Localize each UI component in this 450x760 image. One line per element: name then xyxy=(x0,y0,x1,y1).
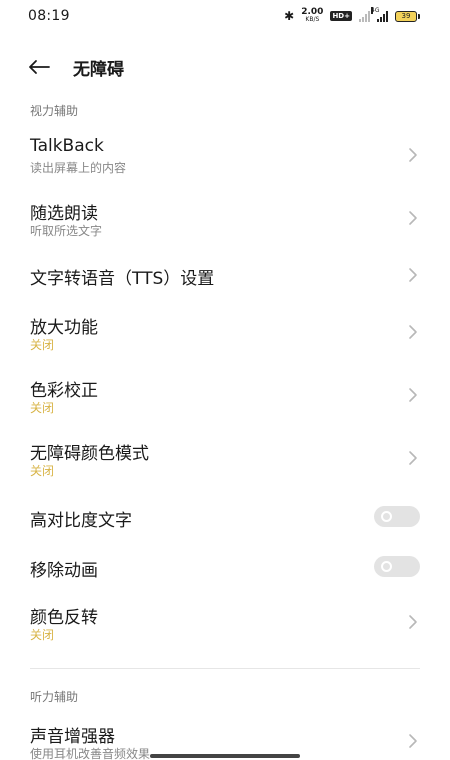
remove-animations-toggle[interactable] xyxy=(374,556,420,577)
setting-status: 关闭 xyxy=(30,628,55,642)
setting-title: 无障碍颜色模式 xyxy=(30,444,149,464)
status-bar: 08:19 ✱ 2.00 KB/S HD+ 4G 39 xyxy=(0,0,450,32)
setting-item-color-inversion[interactable]: 颜色反转 关闭 xyxy=(0,597,450,649)
setting-status: 关闭 xyxy=(30,338,55,352)
setting-title: 随选朗读 xyxy=(30,204,98,224)
battery-level: 39 xyxy=(395,10,417,22)
setting-item-color-mode[interactable]: 无障碍颜色模式 关闭 xyxy=(0,433,450,485)
section-divider xyxy=(30,668,420,669)
back-button[interactable] xyxy=(26,54,52,80)
chevron-right-icon xyxy=(409,148,417,162)
home-indicator[interactable] xyxy=(150,754,300,758)
setting-item-select-to-speak[interactable]: 随选朗读 听取所选文字 xyxy=(0,193,450,245)
sim2-signal-icon: 4G xyxy=(371,6,388,22)
setting-title: 色彩校正 xyxy=(30,381,98,401)
chevron-right-icon xyxy=(409,268,417,282)
chevron-right-icon xyxy=(409,388,417,402)
setting-subtitle: 使用耳机改善音频效果 xyxy=(30,747,151,760)
setting-item-remove-animations[interactable]: 移除动画 xyxy=(0,548,450,588)
setting-title: TalkBack xyxy=(30,136,104,156)
setting-title: 移除动画 xyxy=(30,561,98,581)
setting-title: 文字转语音（TTS）设置 xyxy=(30,269,215,289)
section-title-hearing: 听力辅助 xyxy=(30,690,79,704)
network-speed-value: 2.00 xyxy=(301,7,324,17)
setting-item-color-correction[interactable]: 色彩校正 关闭 xyxy=(0,370,450,422)
setting-title: 高对比度文字 xyxy=(30,511,132,531)
chevron-right-icon xyxy=(409,325,417,339)
battery-icon: 39 xyxy=(395,10,420,22)
back-arrow-icon xyxy=(29,60,50,74)
high-contrast-toggle[interactable] xyxy=(374,506,420,527)
sim1-signal-icon xyxy=(359,10,370,22)
page-title: 无障碍 xyxy=(73,59,124,80)
setting-title: 放大功能 xyxy=(30,318,98,338)
status-icons: ✱ 2.00 KB/S HD+ 4G 39 xyxy=(284,6,420,24)
setting-status: 关闭 xyxy=(30,464,55,478)
setting-title: 声音增强器 xyxy=(30,727,115,747)
setting-item-tts[interactable]: 文字转语音（TTS）设置 xyxy=(0,256,450,296)
section-title-vision: 视力辅助 xyxy=(30,104,79,118)
setting-item-high-contrast[interactable]: 高对比度文字 xyxy=(0,498,450,538)
bluetooth-icon: ✱ xyxy=(284,9,295,23)
chevron-right-icon xyxy=(409,211,417,225)
network-speed-unit: KB/S xyxy=(305,16,320,23)
chevron-right-icon xyxy=(409,615,417,629)
app-header: 无障碍 xyxy=(0,50,450,84)
setting-title: 颜色反转 xyxy=(30,608,98,628)
chevron-right-icon xyxy=(409,451,417,465)
setting-subtitle: 听取所选文字 xyxy=(30,224,103,238)
hd-badge: HD+ xyxy=(330,11,352,21)
setting-subtitle: 读出屏幕上的内容 xyxy=(30,161,127,175)
status-time: 08:19 xyxy=(28,8,70,24)
network-speed: 2.00 KB/S xyxy=(301,7,324,24)
setting-item-magnification[interactable]: 放大功能 关闭 xyxy=(0,307,450,359)
network-type-label: 4G xyxy=(371,6,380,14)
chevron-right-icon xyxy=(409,734,417,748)
setting-status: 关闭 xyxy=(30,401,55,415)
setting-item-talkback[interactable]: TalkBack 读出屏幕上的内容 xyxy=(0,130,450,182)
